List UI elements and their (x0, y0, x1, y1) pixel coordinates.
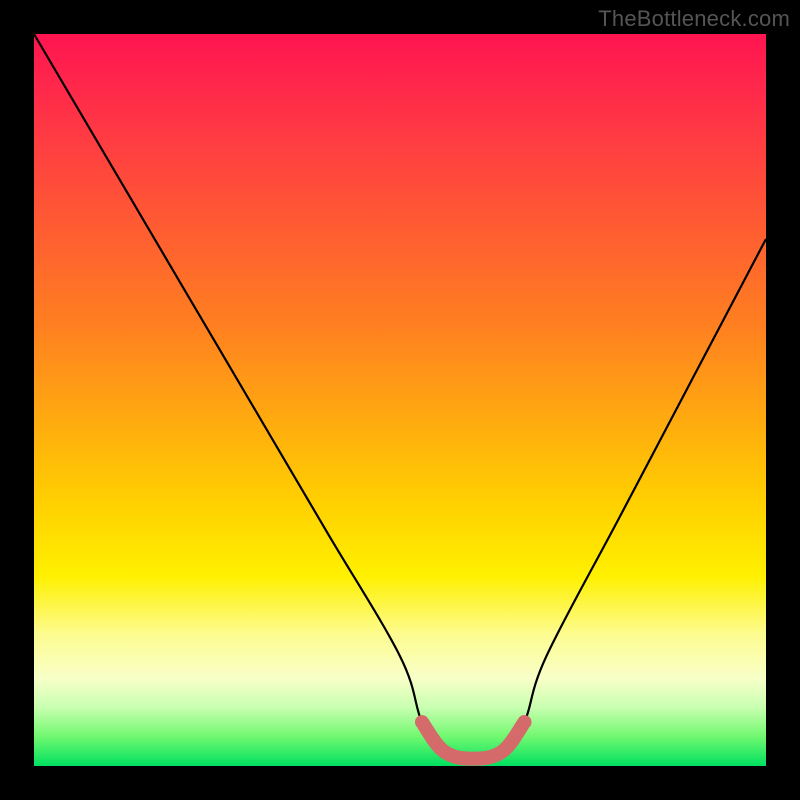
valley-dot-icon (517, 715, 531, 729)
valley-highlight (422, 722, 524, 759)
watermark-text: TheBottleneck.com (598, 6, 790, 32)
chart-svg (34, 34, 766, 766)
bottleneck-curve (34, 34, 766, 759)
